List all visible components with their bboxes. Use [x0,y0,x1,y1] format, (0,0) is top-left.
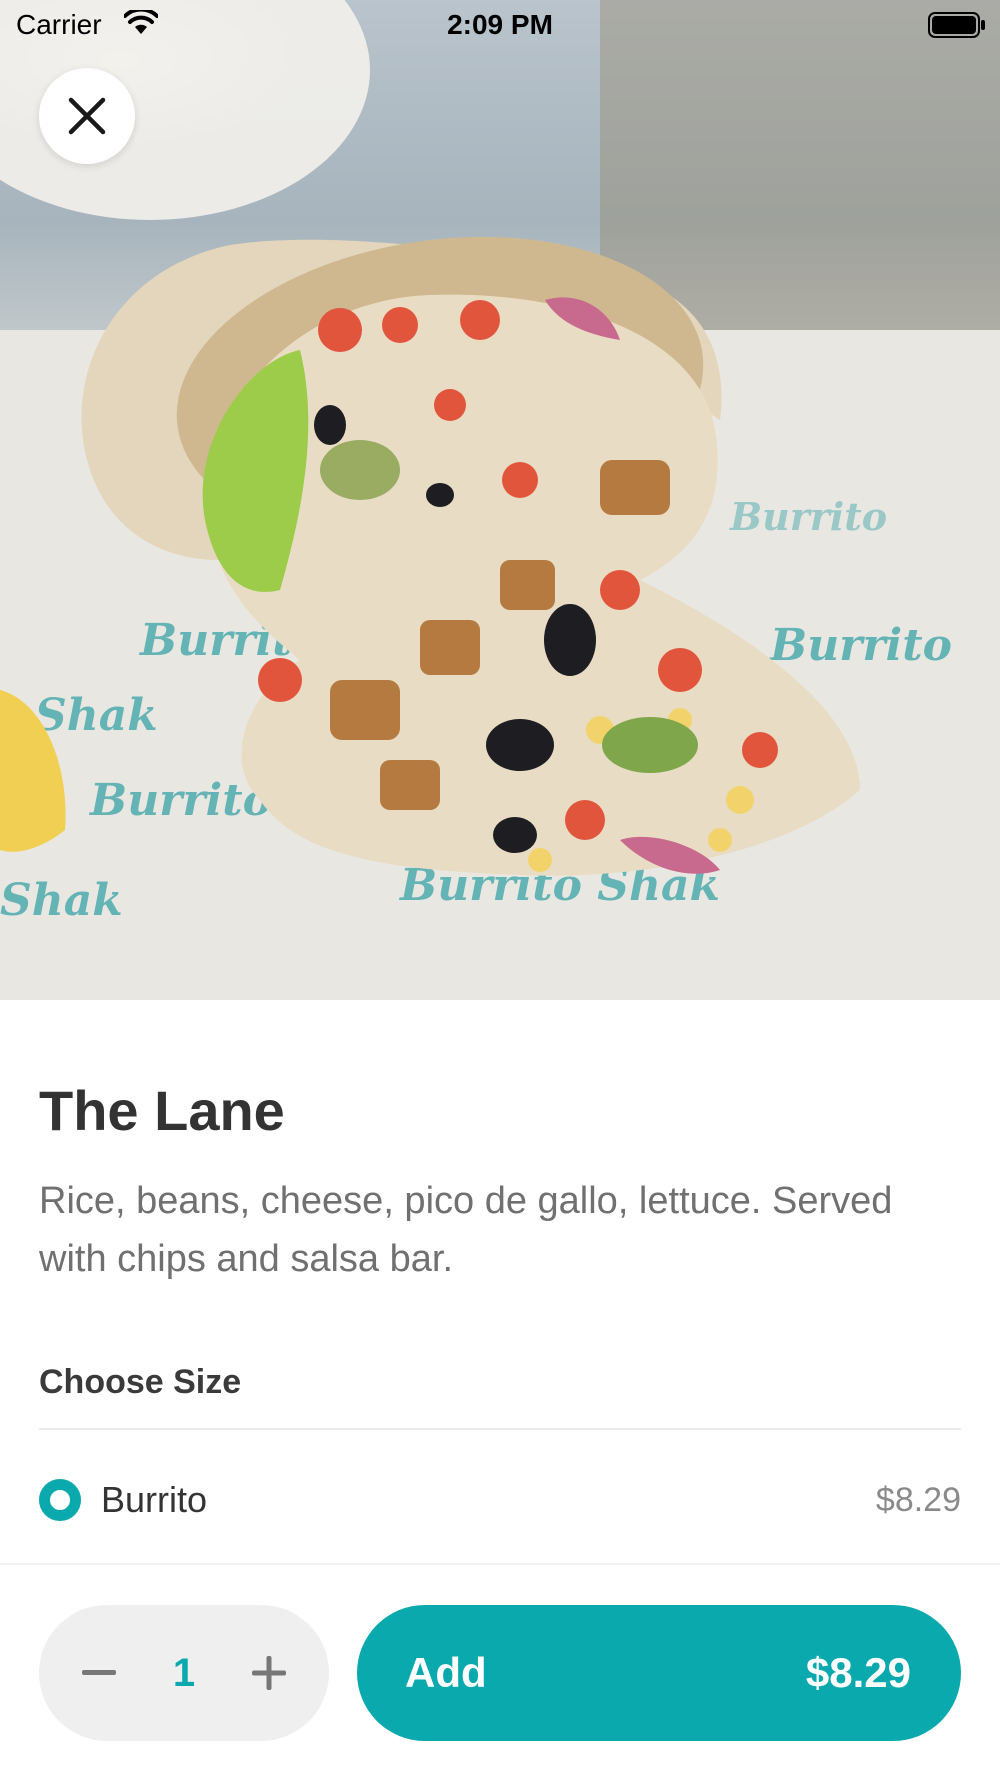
wrapper-text-6: Burrito [768,620,952,671]
wrapper-text-7: Burrito [729,494,887,539]
choose-size-heading: Choose Size [39,1363,242,1401]
product-title: The Lane [39,1079,285,1142]
plus-icon [252,1656,286,1690]
quantity-stepper: 1 [39,1605,329,1741]
wrapper-text-2: Shak [35,690,158,741]
wrapper-text-4: Shak [0,875,123,926]
add-button-price: $8.29 [805,1649,911,1696]
minus-icon [82,1670,116,1675]
size-option-price: $8.29 [875,1480,961,1519]
increase-quantity-button[interactable] [229,1605,309,1741]
close-icon [68,97,106,135]
add-to-cart-button[interactable]: Add $8.29 [357,1605,961,1741]
wrapper-text-3: Burrito [88,775,272,826]
section-divider [39,1428,961,1430]
radio-selected-icon[interactable] [39,1479,81,1521]
product-photo: Burrito Shak Burrito Shak Burrito Shak B… [0,0,1000,1000]
add-button-label: Add [405,1649,487,1696]
battery-icon [928,12,986,38]
product-description: Rice, beans, cheese, pico de gallo, lett… [39,1180,893,1280]
status-bar: Carrier 2:09 PM [0,0,1000,50]
decrease-quantity-button[interactable] [59,1605,139,1741]
burrito-photo-art: Burrito Shak Burrito Shak Burrito Shak B… [0,0,1000,1000]
close-button[interactable] [39,68,135,164]
size-option-label: Burrito [101,1479,208,1520]
bottom-action-bar: 1 Add $8.29 [0,1563,1000,1778]
size-option-burrito[interactable]: Burrito $8.29 [39,1462,961,1538]
clock-time: 2:09 PM [447,9,553,40]
